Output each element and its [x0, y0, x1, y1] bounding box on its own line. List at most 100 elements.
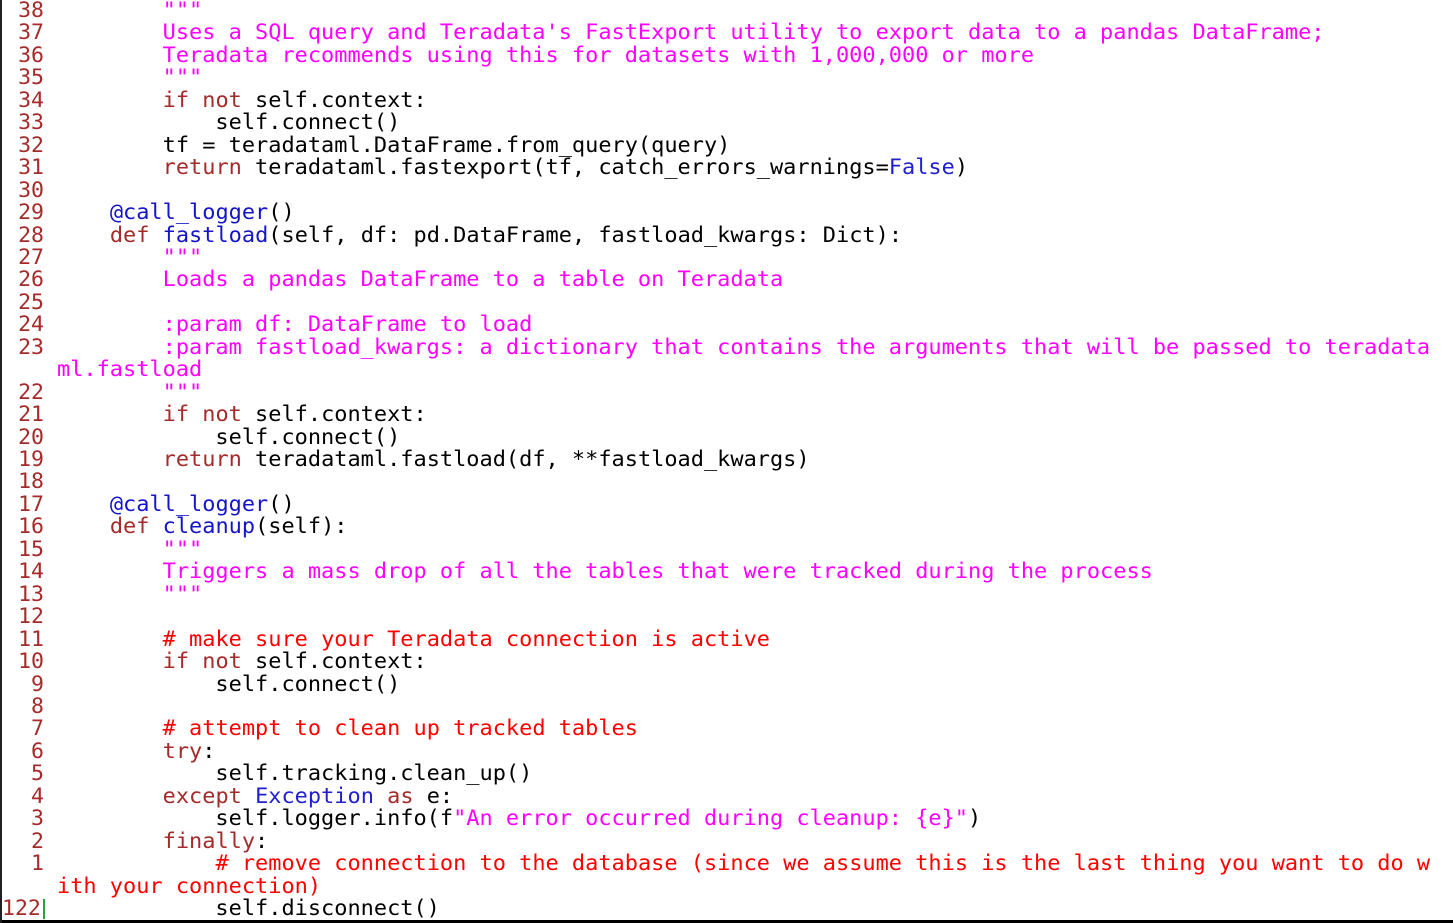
code-line[interactable]: 38 """: [2, 0, 1453, 23]
code-line[interactable]: 7 # attempt to clean up tracked tables: [2, 718, 1453, 741]
code-line[interactable]: 3 self.logger.info(f"An error occurred d…: [2, 806, 1453, 832]
code-token: ith your connection): [57, 873, 322, 899]
code-line[interactable]: 8: [2, 693, 1453, 719]
code-text: ml.fastload: [57, 357, 203, 383]
code-line[interactable]: 11 # make sure your Teradata connection …: [2, 628, 1453, 652]
code-line[interactable]: 12: [2, 606, 1453, 629]
code-line[interactable]: 18: [2, 471, 1453, 494]
line-number: 10: [18, 649, 44, 675]
code-text: @call_logger(): [57, 492, 295, 517]
code-token: self.disconnect(): [57, 896, 440, 921]
line-number: 8: [31, 693, 44, 719]
code-line[interactable]: 27 """: [2, 246, 1453, 270]
code-text: self.disconnect(): [57, 896, 440, 921]
code-line[interactable]: 24 :param df: DataFrame to load: [2, 314, 1453, 337]
code-line[interactable]: 32 tf = teradataml.DataFrame.from_query(…: [2, 134, 1453, 158]
line-number: 22: [18, 379, 44, 405]
code-text: self.tracking.clean_up(): [57, 763, 532, 786]
code-line[interactable]: 13 """: [2, 583, 1453, 607]
code-token: return: [162, 155, 242, 181]
code-line[interactable]: 35 """: [2, 67, 1453, 90]
code-token: Loads a pandas DataFrame to a table on T…: [57, 267, 784, 293]
code-editor[interactable]: 38 """ 37 Uses a SQL query and Teradata's…: [0, 0, 1453, 923]
code-line[interactable]: 14 Triggers a mass drop of all the table…: [2, 561, 1453, 584]
code-token: if not: [162, 649, 242, 675]
code-token: :: [202, 738, 216, 764]
code-token: :: [255, 828, 269, 854]
code-line[interactable]: ith your connection): [2, 873, 1453, 899]
code-token: ): [968, 806, 982, 832]
code-token: return: [162, 447, 242, 472]
code-token: def: [109, 514, 150, 540]
code-line[interactable]: 20 self.connect(): [2, 424, 1453, 450]
code-text: self.connect(): [57, 112, 400, 135]
code-line[interactable]: 4 except Exception as e:: [2, 783, 1453, 809]
code-text: @call_logger(): [57, 201, 295, 225]
line-number: 25: [18, 289, 44, 315]
code-token: self.tracking.clean_up(): [57, 761, 533, 787]
line-number: 24: [18, 312, 44, 338]
code-text: self.connect(): [57, 426, 400, 450]
code-line[interactable]: 122 self.disconnect(): [2, 896, 1453, 921]
code-line[interactable]: 17 @call_logger(): [2, 492, 1453, 517]
code-token: e:: [413, 783, 454, 809]
code-line[interactable]: 1 # remove connection to the database (s…: [2, 851, 1453, 877]
code-line[interactable]: 34 if not self.context:: [2, 87, 1453, 113]
code-token: teradataml.fastexport(tf, catch_errors_w…: [241, 155, 889, 181]
line-number: 38: [18, 0, 44, 23]
code-line[interactable]: 25: [2, 289, 1453, 315]
line-number: 26: [18, 267, 44, 293]
line-number: 2: [31, 828, 44, 854]
code-text: return teradataml.fastexport(tf, catch_e…: [57, 155, 969, 181]
line-number: 31: [18, 155, 44, 181]
code-text: try:: [57, 738, 216, 764]
code-text: def fastload(self, df: pd.DataFrame, fas…: [57, 224, 902, 248]
code-line[interactable]: 36 Teradata recommends using this for da…: [2, 44, 1453, 68]
code-line[interactable]: 28 def fastload(self, df: pd.DataFrame, …: [2, 224, 1453, 248]
code-line[interactable]: 30: [2, 177, 1453, 203]
code-line[interactable]: 31 return teradataml.fastexport(tf, catc…: [2, 155, 1453, 181]
line-number: 122: [2, 897, 45, 921]
code-token: except: [162, 783, 242, 809]
code-line[interactable]: 29 @call_logger(): [2, 201, 1453, 225]
code-line[interactable]: 23 :param fastload_kwargs: a dictionary …: [2, 336, 1453, 360]
code-token: """: [57, 379, 203, 405]
code-token: self.connect(): [57, 110, 401, 136]
code-token: teradataml.fastload(df, **fastload_kwarg…: [241, 447, 810, 472]
code-token: if not: [162, 87, 242, 113]
code-token: # remove connection to the database (sin…: [215, 851, 1431, 877]
code-line[interactable]: 26 Loads a pandas DataFrame to a table o…: [2, 269, 1453, 292]
code-text: self.logger.info(f"An error occurred dur…: [57, 806, 982, 832]
line-number: 21: [18, 402, 44, 428]
code-token: cleanup: [162, 514, 256, 540]
code-line[interactable]: 10 if not self.context:: [2, 649, 1453, 675]
code-line[interactable]: ml.fastload: [2, 357, 1453, 383]
code-line[interactable]: 37 Uses a SQL query and Teradata's FastE…: [2, 22, 1453, 45]
code-token: ml.fastload: [57, 357, 203, 383]
code-line[interactable]: 33 self.connect(): [2, 112, 1453, 135]
code-line[interactable]: 2 finally:: [2, 828, 1453, 854]
code-line[interactable]: 9 self.connect(): [2, 671, 1453, 697]
code-line[interactable]: 15 """: [2, 538, 1453, 562]
code-token: self.context:: [241, 649, 427, 675]
line-number: 30: [18, 177, 44, 203]
code-text: """: [57, 538, 203, 562]
code-token: ): [954, 155, 969, 181]
code-token: :param df: DataFrame to load: [57, 312, 533, 338]
line-number: 9: [31, 671, 44, 697]
code-text: def cleanup(self):: [57, 514, 348, 540]
code-token: self.context:: [241, 87, 427, 113]
line-number: 35: [18, 65, 44, 91]
code-line[interactable]: 5 self.tracking.clean_up(): [2, 763, 1453, 786]
line-number: 16: [18, 514, 44, 540]
code-line[interactable]: 19 return teradataml.fastload(df, **fast…: [2, 447, 1453, 472]
code-line[interactable]: 16 def cleanup(self):: [2, 516, 1453, 539]
line-number: 37: [18, 20, 44, 46]
line-number: 20: [18, 424, 44, 450]
code-line[interactable]: 21 if not self.context:: [2, 402, 1453, 428]
code-line[interactable]: 22 """: [2, 379, 1453, 405]
code-line[interactable]: 6 try:: [2, 738, 1453, 764]
